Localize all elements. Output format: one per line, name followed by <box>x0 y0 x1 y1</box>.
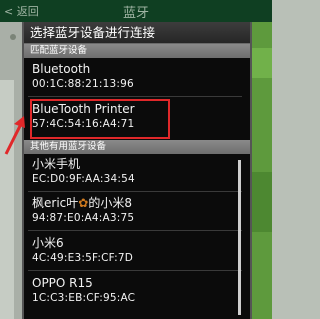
other-devices-header: 其他有用蓝牙设备 <box>24 140 250 154</box>
device-name: 小米6 <box>32 236 64 250</box>
device-name: 枫eric叶✿的小米8 <box>32 196 246 211</box>
device-address: 4C:49:E3:5F:CF:7D <box>32 252 134 264</box>
device-name: 小米手机 <box>32 157 81 171</box>
device-item-xiaomi6[interactable]: 小米6 4C:49:E3:5F:CF:7D <box>24 236 246 265</box>
device-item-oppo-r15[interactable]: OPPO R15 1C:C3:EB:CF:95:AC <box>24 276 246 305</box>
dialog-title: 选择蓝牙设备进行连接 <box>24 22 250 44</box>
divider <box>28 191 242 192</box>
divider <box>28 230 242 231</box>
device-name: OPPO R15 <box>32 276 93 290</box>
device-address: 94:87:E0:A4:A3:75 <box>32 212 135 224</box>
maple-leaf-icon: ✿ <box>78 196 89 210</box>
device-address: EC:D0:9F:AA:34:54 <box>32 173 135 185</box>
device-address: 1C:C3:EB:CF:95:AC <box>32 292 136 304</box>
pointer-arrow-icon <box>4 116 25 155</box>
app-title: 蓝牙 <box>122 6 149 21</box>
device-name: Bluetooth <box>32 62 91 76</box>
paired-devices-header: 匹配蓝牙设备 <box>24 44 250 58</box>
divider <box>28 270 242 271</box>
device-address: 00:1C:88:21:13:96 <box>32 78 134 90</box>
scrollbar[interactable] <box>238 160 241 315</box>
bluetooth-device-dialog: 选择蓝牙设备进行连接 匹配蓝牙设备 Bluetooth 00:1C:88:21:… <box>22 22 252 319</box>
highlight-box <box>30 99 170 139</box>
device-item-xiaomi8[interactable]: 枫eric叶✿的小米8 94:87:E0:A4:A3:75 <box>24 196 246 225</box>
device-name-suffix: 的小米8 <box>88 196 132 210</box>
app-bar: < 返回 蓝牙 <box>0 0 272 22</box>
background-radio-icon <box>10 34 16 40</box>
divider <box>28 96 242 97</box>
device-item-xiaomi-phone[interactable]: 小米手机 EC:D0:9F:AA:34:54 <box>24 157 246 186</box>
device-item-bluetooth[interactable]: Bluetooth 00:1C:88:21:13:96 <box>24 62 246 91</box>
device-name-prefix: 枫eric叶 <box>32 196 79 210</box>
